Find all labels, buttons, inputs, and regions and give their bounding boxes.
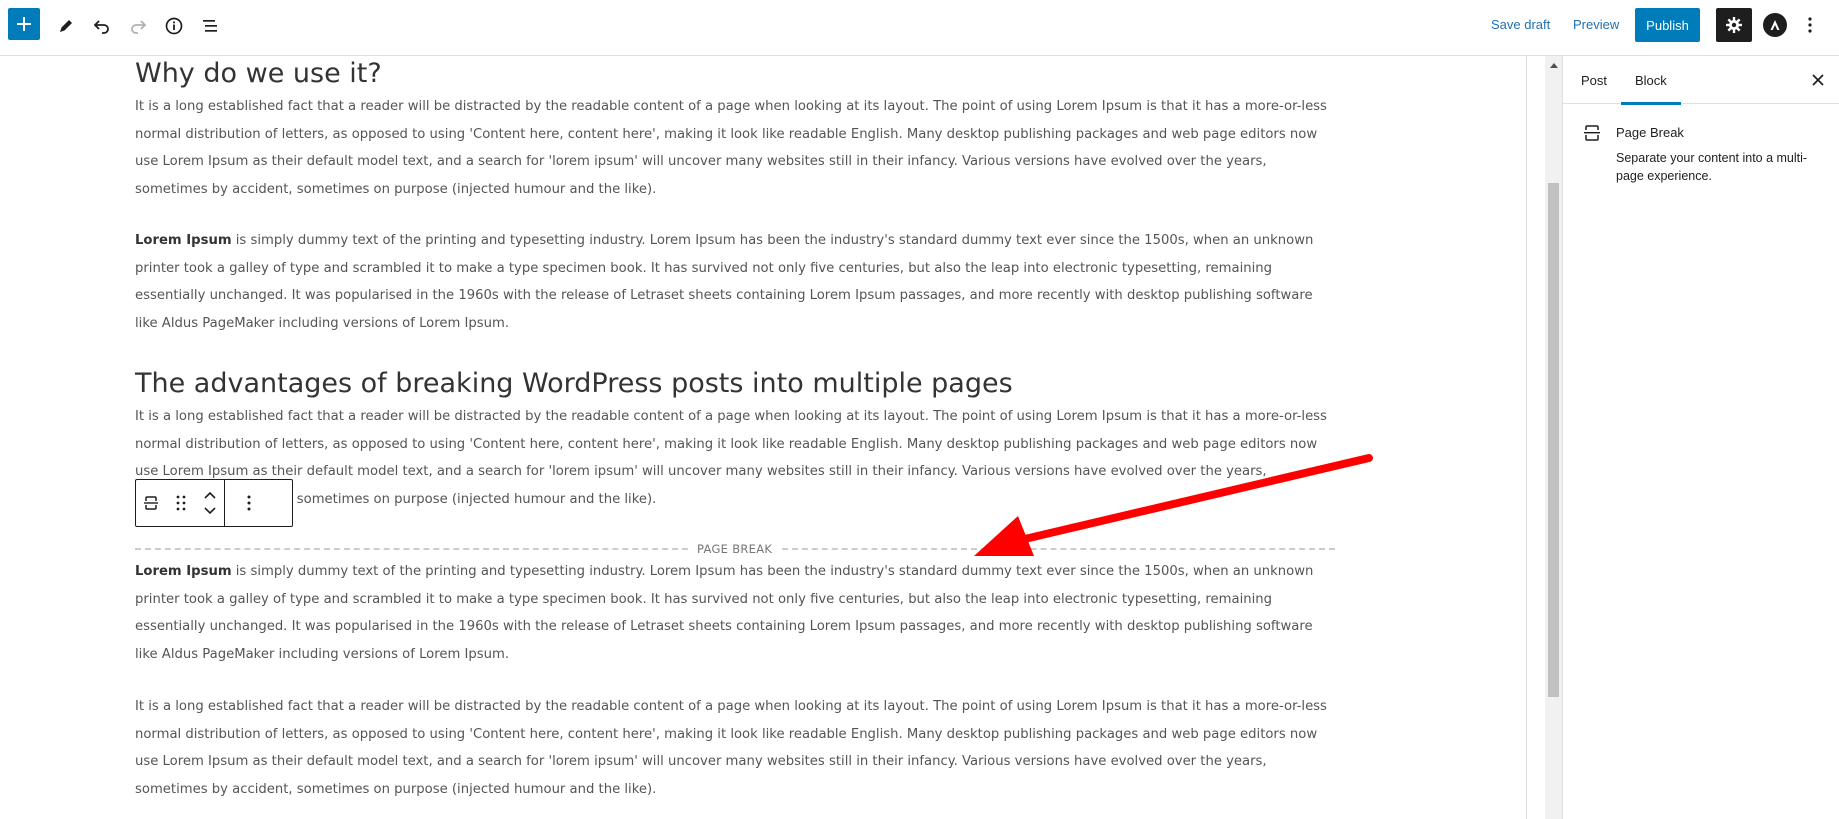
block-type-switcher[interactable] <box>136 480 166 526</box>
block-options-button[interactable] <box>225 480 273 526</box>
tab-post[interactable]: Post <box>1581 56 1607 104</box>
paragraph-5[interactable]: It is a long established fact that a rea… <box>135 693 1335 803</box>
paragraph-block[interactable]: Lorem Ipsum is simply dummy text of the … <box>135 558 1335 668</box>
block-toolbar <box>135 479 293 527</box>
paragraph-text: is simply dummy text of the printing and… <box>135 233 1314 331</box>
paragraph-text: is simply dummy text of the printing and… <box>135 564 1314 662</box>
block-mover <box>196 480 224 526</box>
heading-why-use-it[interactable]: Why do we use it? <box>135 57 1335 91</box>
scroll-up-button[interactable] <box>1545 56 1562 73</box>
vertical-ellipsis-icon <box>1808 17 1812 33</box>
sidebar-tabs: Post Block <box>1563 56 1839 105</box>
save-draft-button[interactable]: Save draft <box>1491 17 1550 32</box>
paragraph-1[interactable]: It is a long established fact that a rea… <box>135 93 1335 203</box>
page-break-icon <box>144 496 158 510</box>
move-up-button[interactable] <box>204 487 216 503</box>
page-break-block[interactable]: PAGE BREAK <box>135 542 1335 556</box>
paragraph-block[interactable]: It is a long established fact that a rea… <box>135 693 1335 803</box>
heading-block[interactable]: Why do we use it? <box>135 57 1335 91</box>
paragraph-2[interactable]: Lorem Ipsum is simply dummy text of the … <box>135 227 1335 337</box>
details-button[interactable] <box>156 8 192 44</box>
tab-block[interactable]: Block <box>1621 56 1681 105</box>
editor-canvas: Why do we use it? It is a long establish… <box>0 56 1527 819</box>
move-down-button[interactable] <box>204 503 216 519</box>
scrollbar-thumb[interactable] <box>1548 183 1559 697</box>
paragraph-4[interactable]: Lorem Ipsum is simply dummy text of the … <box>135 558 1335 668</box>
editor-top-toolbar: Save draft Preview Publish <box>0 0 1839 56</box>
astra-logo-icon <box>1770 20 1780 30</box>
bold-text: Lorem Ipsum <box>135 564 232 579</box>
more-options-button[interactable] <box>1800 12 1820 38</box>
page-break-label: PAGE BREAK <box>697 542 773 556</box>
block-toolbar-group-options <box>225 480 273 526</box>
drag-handle-icon <box>176 495 186 511</box>
editor-scrollbar[interactable] <box>1545 56 1562 819</box>
block-card-title: Page Break <box>1616 125 1684 140</box>
redo-icon <box>131 20 147 34</box>
undo-button[interactable] <box>84 8 120 44</box>
close-sidebar-button[interactable] <box>1808 70 1828 90</box>
add-block-button[interactable] <box>8 8 40 40</box>
chevron-up-icon <box>204 491 216 499</box>
paragraph-3[interactable]: It is a long established fact that a rea… <box>135 403 1335 513</box>
tools-button[interactable] <box>48 8 84 44</box>
info-icon <box>165 17 183 35</box>
vertical-ellipsis-icon <box>247 495 251 511</box>
page-break-line-right <box>782 548 1335 550</box>
editor-divider <box>1526 56 1527 819</box>
page-break-icon <box>1584 125 1600 141</box>
paragraph-block[interactable]: Lorem Ipsum is simply dummy text of the … <box>135 227 1335 337</box>
paragraph-block[interactable]: It is a long established fact that a rea… <box>135 403 1335 513</box>
list-view-icon <box>203 20 217 32</box>
redo-button[interactable] <box>120 8 156 44</box>
undo-icon <box>93 20 109 34</box>
bold-text: Lorem Ipsum <box>135 233 232 248</box>
settings-button[interactable] <box>1716 8 1752 42</box>
settings-sidebar: Post Block Page Break Separate your cont… <box>1562 56 1839 819</box>
page-break-line-left <box>135 548 688 550</box>
publish-button[interactable]: Publish <box>1635 8 1700 42</box>
chevron-down-icon <box>204 507 216 515</box>
drag-handle[interactable] <box>166 480 196 526</box>
preview-button[interactable]: Preview <box>1573 17 1619 32</box>
astra-settings-button[interactable] <box>1763 13 1787 37</box>
heading-advantages[interactable]: The advantages of breaking WordPress pos… <box>135 367 1335 401</box>
plus-icon <box>17 17 31 31</box>
paragraph-block[interactable]: It is a long established fact that a rea… <box>135 93 1335 203</box>
pencil-icon <box>60 20 72 32</box>
close-icon <box>1812 74 1824 86</box>
block-toolbar-group-main <box>136 480 225 526</box>
caret-up-icon <box>1549 62 1558 68</box>
heading-block[interactable]: The advantages of breaking WordPress pos… <box>135 367 1335 401</box>
gear-icon <box>1726 17 1742 33</box>
block-card-description: Separate your content into a multi-page … <box>1616 151 1808 183</box>
list-view-button[interactable] <box>192 8 228 44</box>
